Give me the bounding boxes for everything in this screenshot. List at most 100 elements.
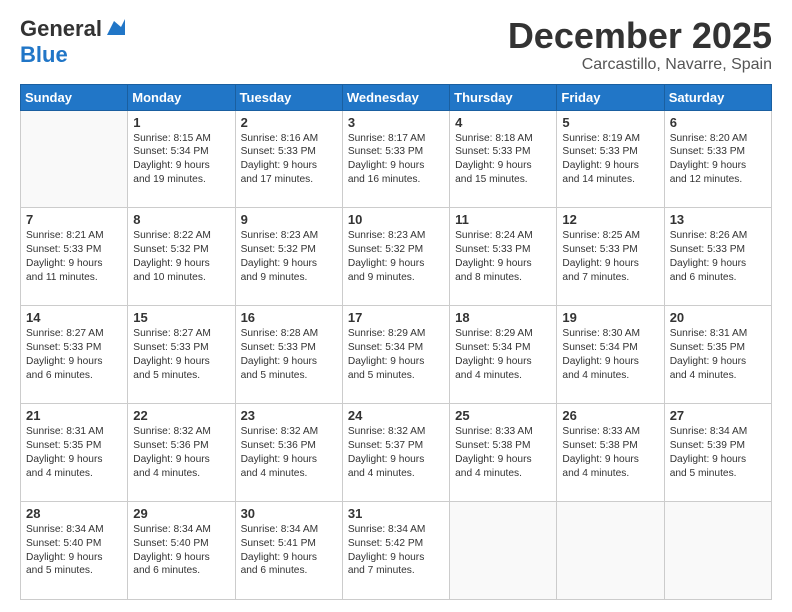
day-cell-2-4: 18 Sunrise: 8:29 AM Sunset: 5:34 PM Dayli… — [450, 306, 557, 404]
day-number: 4 — [455, 115, 551, 130]
day-cell-0-5: 5 Sunrise: 8:19 AM Sunset: 5:33 PM Daylig… — [557, 110, 664, 208]
week-row-3: 14 Sunrise: 8:27 AM Sunset: 5:33 PM Dayli… — [21, 306, 772, 404]
day-info: Sunrise: 8:31 AM Sunset: 5:35 PM Dayligh… — [26, 425, 122, 480]
day-cell-0-1: 1Sunrise: 8:15 AM Sunset: 5:34 PM Daylig… — [128, 110, 235, 208]
day-info: Sunrise: 8:25 AM Sunset: 5:33 PM Dayligh… — [562, 229, 658, 284]
col-friday: Friday — [557, 84, 664, 110]
day-info: Sunrise: 8:23 AM Sunset: 5:32 PM Dayligh… — [241, 229, 337, 284]
day-number: 22 — [133, 408, 229, 423]
day-cell-0-0 — [21, 110, 128, 208]
day-info: Sunrise: 8:17 AM Sunset: 5:33 PM Dayligh… — [348, 132, 444, 187]
day-info: Sunrise: 8:27 AM Sunset: 5:33 PM Dayligh… — [133, 327, 229, 382]
day-number: 1 — [133, 115, 229, 130]
day-number: 23 — [241, 408, 337, 423]
day-info: Sunrise: 8:31 AM Sunset: 5:35 PM Dayligh… — [670, 327, 766, 382]
day-number: 18 — [455, 310, 551, 325]
day-info: Sunrise: 8:29 AM Sunset: 5:34 PM Dayligh… — [348, 327, 444, 382]
day-info: Sunrise: 8:32 AM Sunset: 5:36 PM Dayligh… — [133, 425, 229, 480]
day-cell-4-0: 28 Sunrise: 8:34 AM Sunset: 5:40 PM Dayli… — [21, 502, 128, 600]
day-cell-0-3: 3 Sunrise: 8:17 AM Sunset: 5:33 PM Daylig… — [342, 110, 449, 208]
col-tuesday: Tuesday — [235, 84, 342, 110]
day-number: 8 — [133, 212, 229, 227]
week-row-4: 21Sunrise: 8:31 AM Sunset: 5:35 PM Dayli… — [21, 404, 772, 502]
day-cell-4-4 — [450, 502, 557, 600]
day-number: 25 — [455, 408, 551, 423]
day-cell-1-4: 11 Sunrise: 8:24 AM Sunset: 5:33 PM Dayli… — [450, 208, 557, 306]
day-number: 14 — [26, 310, 122, 325]
day-number: 29 — [133, 506, 229, 521]
day-info: Sunrise: 8:30 AM Sunset: 5:34 PM Dayligh… — [562, 327, 658, 382]
day-info: Sunrise: 8:34 AM Sunset: 5:40 PM Dayligh… — [133, 523, 229, 578]
day-number: 15 — [133, 310, 229, 325]
day-number: 2 — [241, 115, 337, 130]
day-cell-4-3: 31Sunrise: 8:34 AM Sunset: 5:42 PM Dayli… — [342, 502, 449, 600]
day-number: 26 — [562, 408, 658, 423]
day-number: 17 — [348, 310, 444, 325]
day-info: Sunrise: 8:23 AM Sunset: 5:32 PM Dayligh… — [348, 229, 444, 284]
logo-bird-icon — [103, 17, 125, 39]
day-info: Sunrise: 8:34 AM Sunset: 5:40 PM Dayligh… — [26, 523, 122, 578]
day-cell-3-4: 25 Sunrise: 8:33 AM Sunset: 5:38 PM Dayli… — [450, 404, 557, 502]
logo-blue-line: Blue — [20, 42, 68, 68]
day-cell-3-6: 27 Sunrise: 8:34 AM Sunset: 5:39 PM Dayli… — [664, 404, 771, 502]
day-info: Sunrise: 8:29 AM Sunset: 5:34 PM Dayligh… — [455, 327, 551, 382]
day-number: 5 — [562, 115, 658, 130]
day-info: Sunrise: 8:33 AM Sunset: 5:38 PM Dayligh… — [562, 425, 658, 480]
day-info: Sunrise: 8:34 AM Sunset: 5:42 PM Dayligh… — [348, 523, 444, 578]
day-cell-2-0: 14 Sunrise: 8:27 AM Sunset: 5:33 PM Dayli… — [21, 306, 128, 404]
day-number: 3 — [348, 115, 444, 130]
day-number: 28 — [26, 506, 122, 521]
day-cell-0-2: 2 Sunrise: 8:16 AM Sunset: 5:33 PM Daylig… — [235, 110, 342, 208]
day-info: Sunrise: 8:24 AM Sunset: 5:33 PM Dayligh… — [455, 229, 551, 284]
week-row-5: 28 Sunrise: 8:34 AM Sunset: 5:40 PM Dayli… — [21, 502, 772, 600]
day-info: Sunrise: 8:26 AM Sunset: 5:33 PM Dayligh… — [670, 229, 766, 284]
day-info: Sunrise: 8:28 AM Sunset: 5:33 PM Dayligh… — [241, 327, 337, 382]
day-cell-3-5: 26 Sunrise: 8:33 AM Sunset: 5:38 PM Dayli… — [557, 404, 664, 502]
day-number: 27 — [670, 408, 766, 423]
day-cell-2-5: 19 Sunrise: 8:30 AM Sunset: 5:34 PM Dayli… — [557, 306, 664, 404]
day-cell-4-1: 29 Sunrise: 8:34 AM Sunset: 5:40 PM Dayli… — [128, 502, 235, 600]
day-info: Sunrise: 8:34 AM Sunset: 5:39 PM Dayligh… — [670, 425, 766, 480]
day-number: 7 — [26, 212, 122, 227]
day-cell-0-4: 4 Sunrise: 8:18 AM Sunset: 5:33 PM Daylig… — [450, 110, 557, 208]
day-number: 20 — [670, 310, 766, 325]
calendar-header-row: Sunday Monday Tuesday Wednesday Thursday… — [21, 84, 772, 110]
title-block: December 2025 Carcastillo, Navarre, Spai… — [508, 16, 772, 74]
day-number: 19 — [562, 310, 658, 325]
day-cell-3-2: 23Sunrise: 8:32 AM Sunset: 5:36 PM Dayli… — [235, 404, 342, 502]
day-number: 13 — [670, 212, 766, 227]
day-info: Sunrise: 8:21 AM Sunset: 5:33 PM Dayligh… — [26, 229, 122, 284]
day-number: 30 — [241, 506, 337, 521]
col-thursday: Thursday — [450, 84, 557, 110]
day-info: Sunrise: 8:18 AM Sunset: 5:33 PM Dayligh… — [455, 132, 551, 187]
day-info: Sunrise: 8:32 AM Sunset: 5:37 PM Dayligh… — [348, 425, 444, 480]
day-cell-3-0: 21Sunrise: 8:31 AM Sunset: 5:35 PM Dayli… — [21, 404, 128, 502]
day-cell-1-0: 7 Sunrise: 8:21 AM Sunset: 5:33 PM Daylig… — [21, 208, 128, 306]
day-cell-1-6: 13 Sunrise: 8:26 AM Sunset: 5:33 PM Dayli… — [664, 208, 771, 306]
col-sunday: Sunday — [21, 84, 128, 110]
col-monday: Monday — [128, 84, 235, 110]
day-number: 11 — [455, 212, 551, 227]
logo: General Blue — [20, 16, 125, 68]
location: Carcastillo, Navarre, Spain — [508, 56, 772, 74]
day-number: 12 — [562, 212, 658, 227]
logo-wrapper: General — [20, 16, 125, 42]
day-info: Sunrise: 8:16 AM Sunset: 5:33 PM Dayligh… — [241, 132, 337, 187]
day-cell-1-5: 12 Sunrise: 8:25 AM Sunset: 5:33 PM Dayli… — [557, 208, 664, 306]
day-cell-1-3: 10Sunrise: 8:23 AM Sunset: 5:32 PM Dayli… — [342, 208, 449, 306]
day-info: Sunrise: 8:34 AM Sunset: 5:41 PM Dayligh… — [241, 523, 337, 578]
day-info: Sunrise: 8:27 AM Sunset: 5:33 PM Dayligh… — [26, 327, 122, 382]
calendar-table: Sunday Monday Tuesday Wednesday Thursday… — [20, 84, 772, 600]
day-cell-1-2: 9Sunrise: 8:23 AM Sunset: 5:32 PM Daylig… — [235, 208, 342, 306]
day-cell-3-1: 22 Sunrise: 8:32 AM Sunset: 5:36 PM Dayli… — [128, 404, 235, 502]
day-info: Sunrise: 8:19 AM Sunset: 5:33 PM Dayligh… — [562, 132, 658, 187]
day-info: Sunrise: 8:33 AM Sunset: 5:38 PM Dayligh… — [455, 425, 551, 480]
day-cell-3-3: 24Sunrise: 8:32 AM Sunset: 5:37 PM Dayli… — [342, 404, 449, 502]
day-cell-4-2: 30 Sunrise: 8:34 AM Sunset: 5:41 PM Dayli… — [235, 502, 342, 600]
day-number: 6 — [670, 115, 766, 130]
month-title: December 2025 — [508, 16, 772, 56]
day-cell-2-6: 20 Sunrise: 8:31 AM Sunset: 5:35 PM Dayli… — [664, 306, 771, 404]
day-cell-2-3: 17 Sunrise: 8:29 AM Sunset: 5:34 PM Dayli… — [342, 306, 449, 404]
day-cell-0-6: 6Sunrise: 8:20 AM Sunset: 5:33 PM Daylig… — [664, 110, 771, 208]
week-row-1: 1Sunrise: 8:15 AM Sunset: 5:34 PM Daylig… — [21, 110, 772, 208]
